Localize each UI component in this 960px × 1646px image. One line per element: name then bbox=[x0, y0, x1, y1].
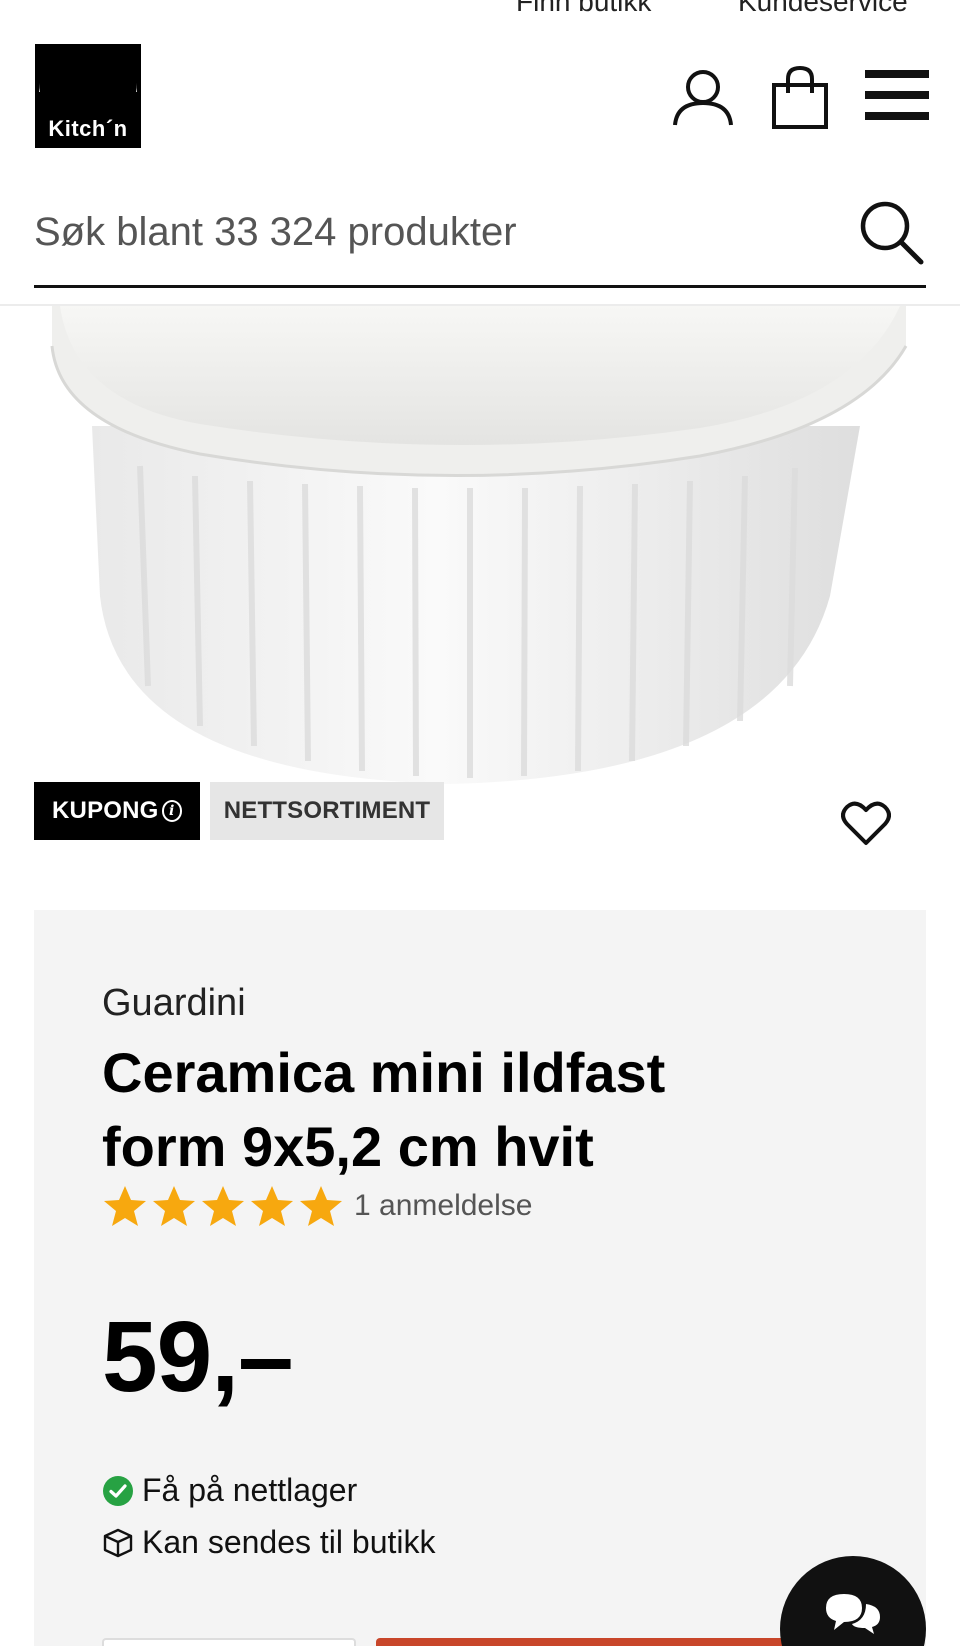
online-only-badge: NETTSORTIMENT bbox=[210, 782, 444, 840]
logo-text: Kitch´n bbox=[48, 116, 128, 141]
heart-icon bbox=[841, 801, 891, 845]
star-icon bbox=[104, 1186, 146, 1226]
star-icon bbox=[300, 1186, 342, 1226]
star-icon bbox=[153, 1186, 195, 1226]
info-icon: i bbox=[161, 800, 182, 822]
add-to-cart-button[interactable] bbox=[376, 1638, 836, 1646]
product-price: 59,– bbox=[102, 1301, 294, 1413]
shopping-bag-icon bbox=[772, 65, 828, 129]
account-button[interactable] bbox=[670, 64, 736, 130]
online-stock-status: Få på nettlager bbox=[102, 1472, 357, 1509]
online-only-label: NETTSORTIMENT bbox=[223, 797, 431, 824]
kitchn-logo[interactable]: Kitch´n bbox=[35, 44, 141, 148]
product-badges: KUPONG i NETTSORTIMENT bbox=[34, 782, 444, 840]
menu-button[interactable] bbox=[864, 66, 930, 124]
coupon-label: KUPONG bbox=[52, 797, 159, 824]
product-rating[interactable]: 1 anmeldelse bbox=[102, 1184, 532, 1228]
chat-bubbles-icon bbox=[826, 1594, 880, 1634]
hamburger-menu-icon bbox=[865, 70, 929, 120]
ramekin-image bbox=[50, 306, 908, 784]
cart-button[interactable] bbox=[770, 62, 830, 132]
online-stock-label: Få på nettlager bbox=[142, 1472, 358, 1508]
product-title: Ceramica mini ildfast form 9x5,2 cm hvit bbox=[102, 1041, 666, 1178]
check-circle-icon bbox=[102, 1475, 134, 1507]
star-icon bbox=[202, 1186, 244, 1226]
search-button[interactable] bbox=[856, 192, 926, 272]
product-info-card: Guardini Ceramica mini ildfast form 9x5,… bbox=[34, 910, 926, 1646]
user-icon bbox=[673, 70, 733, 126]
star-icon bbox=[251, 1186, 293, 1226]
search-input[interactable] bbox=[34, 202, 834, 262]
store-shipping-label: Kan sendes til butikk bbox=[142, 1524, 436, 1560]
review-count[interactable]: 1 anmeldelse bbox=[354, 1189, 532, 1223]
search-bar bbox=[34, 188, 926, 288]
search-icon bbox=[860, 201, 924, 265]
site-header: Kitch´n bbox=[0, 0, 960, 306]
store-shipping-status: Kan sendes til butikk bbox=[102, 1524, 436, 1561]
rating-stars bbox=[102, 1184, 344, 1228]
package-icon bbox=[102, 1527, 134, 1559]
quantity-stepper[interactable] bbox=[102, 1638, 356, 1646]
product-brand[interactable]: Guardini bbox=[102, 982, 246, 1025]
coupon-badge[interactable]: KUPONG i bbox=[34, 782, 200, 840]
product-image[interactable] bbox=[0, 306, 960, 846]
favorite-button[interactable] bbox=[838, 796, 894, 852]
